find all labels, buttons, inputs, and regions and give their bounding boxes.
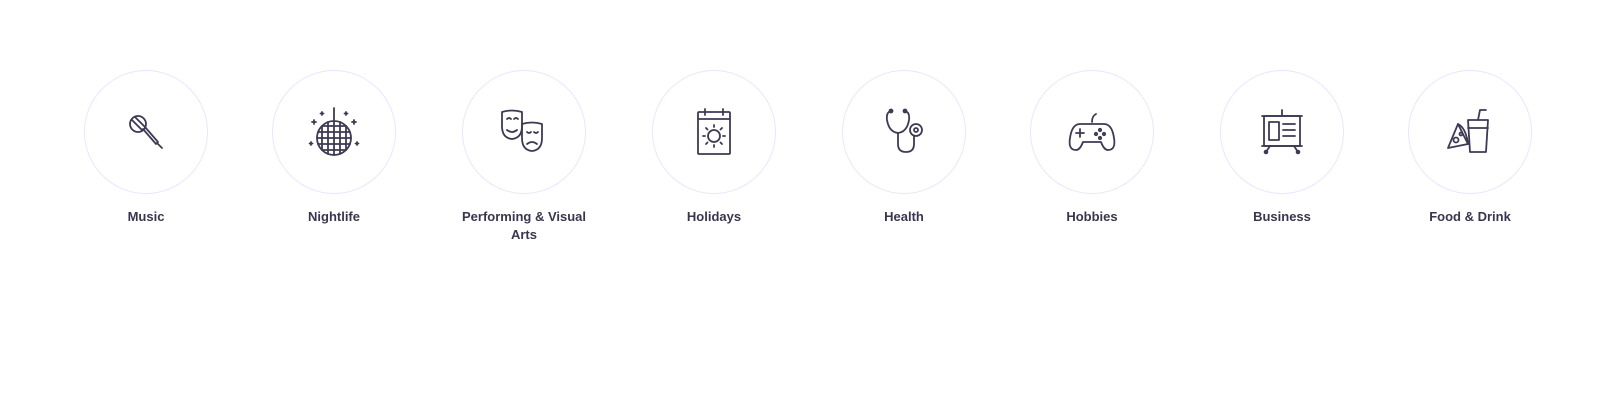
category-label: Music xyxy=(127,209,165,224)
category-holidays[interactable]: Holidays xyxy=(614,70,814,226)
category-circle[interactable] xyxy=(84,70,208,194)
presentation-board-icon xyxy=(1261,109,1303,155)
theater-masks-icon xyxy=(501,109,543,152)
category-label: Business xyxy=(1253,209,1311,224)
category-circle[interactable] xyxy=(272,70,396,194)
stethoscope-icon xyxy=(885,108,923,153)
category-circle[interactable] xyxy=(1220,70,1344,194)
category-label: Health xyxy=(884,209,924,224)
category-label: Performing & Visual Arts xyxy=(461,209,586,242)
category-circle[interactable] xyxy=(842,70,966,194)
category-performing-visual-arts[interactable]: Performing & Visual Arts xyxy=(424,70,624,244)
category-business[interactable]: Business xyxy=(1182,70,1382,226)
category-circle[interactable] xyxy=(652,70,776,194)
category-circle[interactable] xyxy=(1030,70,1154,194)
microphone-icon xyxy=(129,115,163,149)
category-hobbies[interactable]: Hobbies xyxy=(992,70,1192,226)
category-circle[interactable] xyxy=(1408,70,1532,194)
category-label: Holidays xyxy=(686,209,742,224)
category-food-drink[interactable]: Food & Drink xyxy=(1370,70,1570,226)
category-circle[interactable] xyxy=(462,70,586,194)
category-music[interactable]: Music xyxy=(46,70,246,226)
category-label: Nightlife xyxy=(308,209,360,224)
disco-ball-icon xyxy=(308,107,360,156)
category-label: Hobbies xyxy=(1066,209,1118,224)
game-controller-icon xyxy=(1068,113,1116,151)
category-nightlife[interactable]: Nightlife xyxy=(234,70,434,226)
category-label: Food & Drink xyxy=(1429,209,1511,224)
pizza-drink-icon xyxy=(1447,109,1489,153)
calendar-sun-icon xyxy=(697,108,731,155)
category-health[interactable]: Health xyxy=(804,70,1004,226)
category-row: Music Nightlife Performing & Visual Arts… xyxy=(46,70,1546,270)
